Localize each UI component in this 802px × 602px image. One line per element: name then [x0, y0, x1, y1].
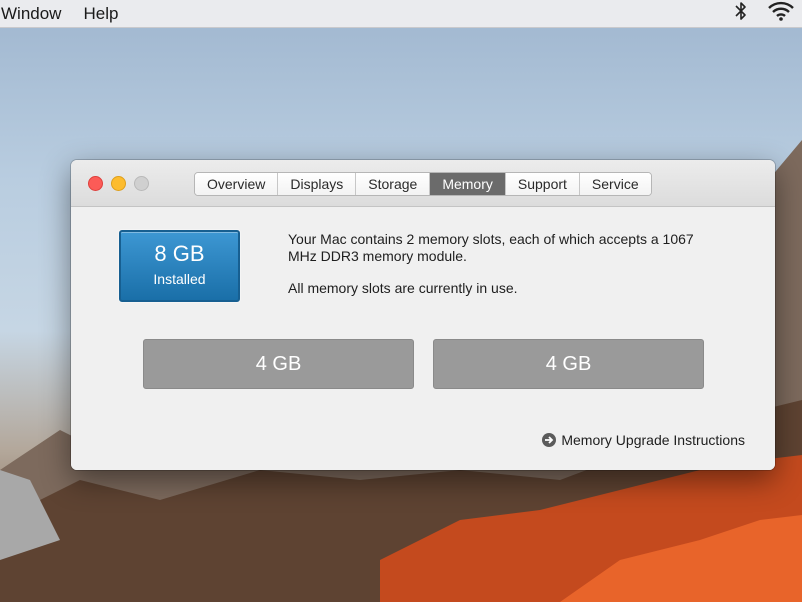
menu-help[interactable]: Help: [83, 4, 118, 24]
installed-memory-size: 8 GB: [154, 241, 205, 266]
menu-status-area: [734, 0, 794, 27]
tab-support[interactable]: Support: [505, 173, 580, 195]
wifi-icon[interactable]: [768, 1, 794, 26]
memory-slots-text: Your Mac contains 2 memory slots, each o…: [288, 231, 694, 264]
menu-bar: Window Help: [0, 0, 802, 28]
tab-displays[interactable]: Displays: [278, 173, 357, 195]
tab-bar: Overview Displays Storage Memory Support…: [194, 172, 652, 196]
window-titlebar[interactable]: Overview Displays Storage Memory Support…: [71, 160, 775, 207]
memory-panel: 8 GB Installed Your Mac contains 2 memor…: [71, 207, 775, 470]
tab-service[interactable]: Service: [579, 173, 651, 195]
memory-slot-1: 4 GB: [143, 339, 414, 389]
memory-upgrade-link[interactable]: Memory Upgrade Instructions: [542, 432, 745, 448]
memory-description: Your Mac contains 2 memory slots, each o…: [288, 231, 708, 297]
zoom-button: [134, 176, 149, 191]
about-this-mac-window: Overview Displays Storage Memory Support…: [71, 160, 775, 470]
bluetooth-icon[interactable]: [734, 1, 748, 26]
tab-overview[interactable]: Overview: [195, 173, 279, 195]
arrow-right-circle-icon: [542, 433, 557, 447]
tab-memory[interactable]: Memory: [430, 173, 506, 195]
tab-storage[interactable]: Storage: [356, 173, 431, 195]
close-button[interactable]: [88, 176, 103, 191]
installed-memory-label: Installed: [153, 271, 206, 287]
memory-slot-2: 4 GB: [433, 339, 704, 389]
memory-upgrade-label: Memory Upgrade Instructions: [561, 432, 745, 448]
menu-window[interactable]: Window: [1, 4, 61, 24]
minimize-button[interactable]: [111, 176, 126, 191]
memory-slots-status: All memory slots are currently in use.: [288, 280, 518, 296]
installed-memory-badge: 8 GB Installed: [119, 230, 240, 302]
